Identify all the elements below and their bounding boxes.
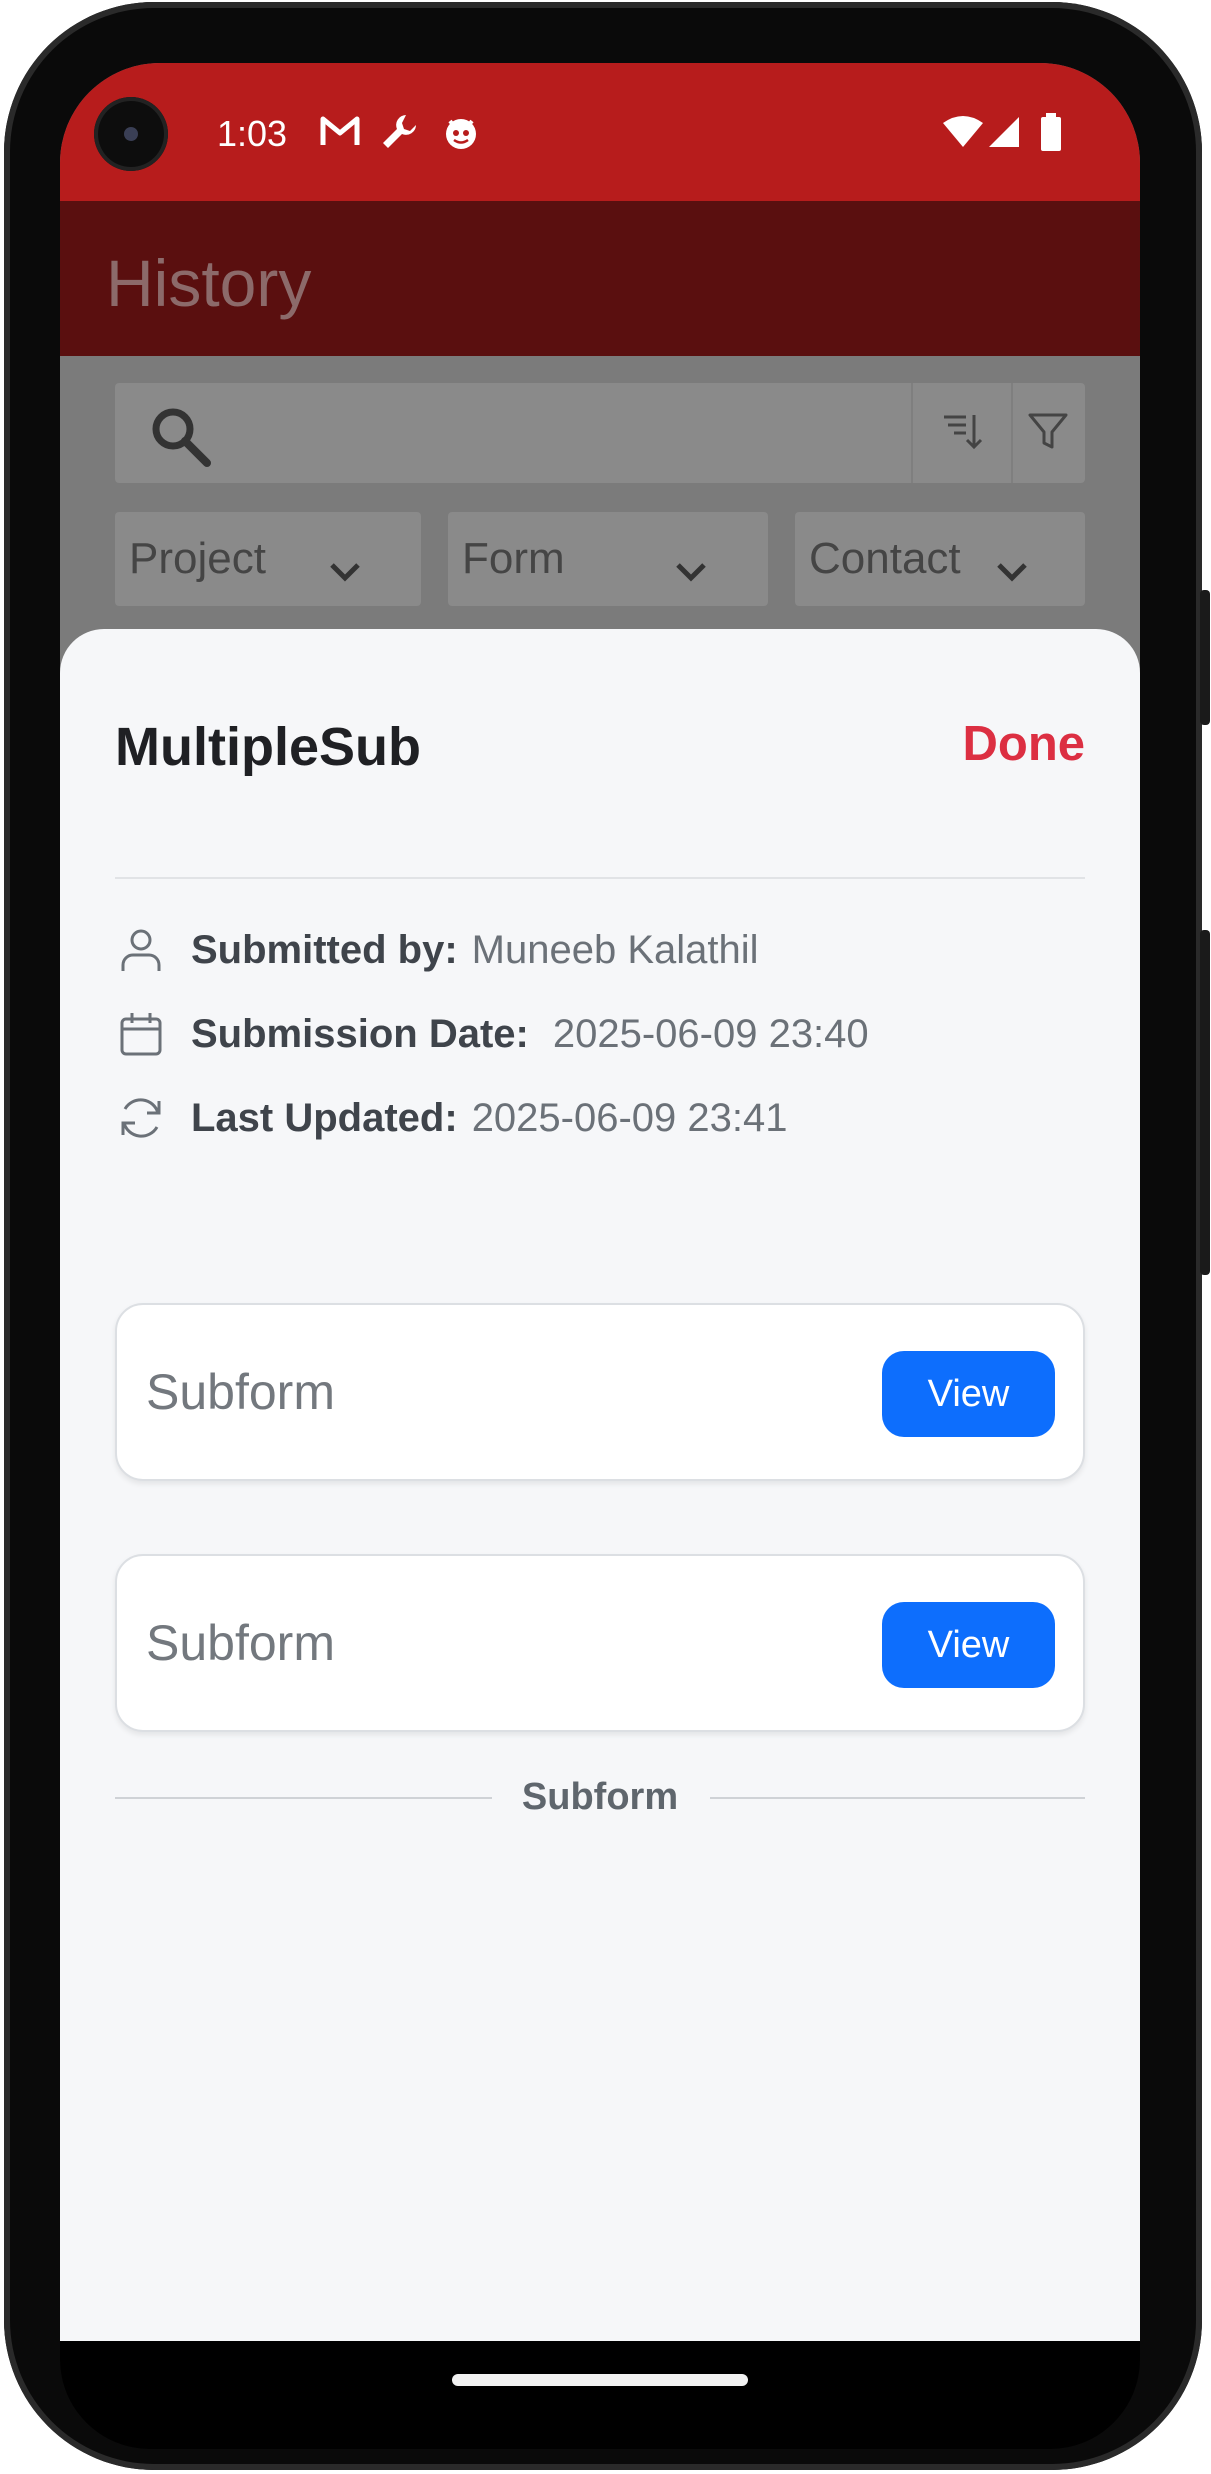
last-updated-row: Last Updated: 2025-06-09 23:41 [115, 1088, 788, 1148]
home-gesture-handle[interactable] [452, 2374, 748, 2386]
navigation-bar [60, 2341, 1140, 2449]
filter-button[interactable] [1011, 383, 1085, 483]
sort-icon [940, 409, 984, 458]
wifi-icon [941, 115, 985, 154]
app-notification-icon [440, 111, 482, 158]
battery-icon [1040, 113, 1062, 156]
chevron-down-icon [995, 544, 1029, 594]
last-updated-value: 2025-06-09 23:41 [471, 1095, 788, 1140]
done-button[interactable]: Done [963, 716, 1086, 772]
last-updated-label: Last Updated: [191, 1095, 458, 1140]
project-filter[interactable]: Project [115, 512, 421, 606]
header-divider [115, 877, 1085, 879]
search-bar[interactable] [115, 383, 1085, 483]
calendar-icon [115, 1008, 167, 1060]
power-button [1200, 590, 1210, 725]
section-divider-right [710, 1797, 1085, 1799]
subform-card: Subform View [115, 1554, 1085, 1732]
gmail-icon [319, 111, 361, 156]
refresh-icon [115, 1092, 167, 1144]
volume-button [1200, 930, 1210, 1275]
wrench-icon [378, 111, 420, 158]
screen: 1:03 History Project Form Contact Multip… [60, 63, 1140, 2341]
sort-button[interactable] [911, 383, 1013, 483]
chevron-down-icon [674, 544, 708, 594]
filter-icon [1027, 410, 1069, 457]
subform-card-title: Subform [146, 1615, 335, 1671]
form-filter-label: Form [462, 534, 565, 583]
submission-date-label: Submission Date: [191, 1011, 529, 1056]
submitted-by-row: Submitted by: Muneeb Kalathil [115, 920, 759, 980]
status-bar: 1:03 [60, 63, 1140, 201]
submitted-by-label: Submitted by: [191, 927, 458, 972]
sheet-title: MultipleSub [115, 717, 421, 777]
subform-card: Subform View [115, 1303, 1085, 1481]
chevron-down-icon [328, 544, 362, 594]
project-filter-label: Project [129, 534, 266, 583]
submission-date-value: 2025-06-09 23:40 [552, 1011, 869, 1056]
phone-frame: 1:03 History Project Form Contact Multip… [0, 0, 1211, 2474]
front-camera [94, 97, 168, 171]
submission-detail-sheet: MultipleSub Done Submitted by: Muneeb Ka… [60, 629, 1140, 2341]
subform-card-title: Subform [146, 1364, 335, 1420]
page-title: History [106, 246, 312, 320]
form-filter[interactable]: Form [448, 512, 768, 606]
search-icon [147, 403, 213, 474]
signal-icon [987, 115, 1021, 154]
contact-filter-label: Contact [809, 534, 961, 583]
person-icon [115, 924, 167, 976]
contact-filter[interactable]: Contact [795, 512, 1085, 606]
submission-date-row: Submission Date: 2025-06-09 23:40 [115, 1004, 869, 1064]
view-button[interactable]: View [882, 1602, 1055, 1688]
submitted-by-value: Muneeb Kalathil [471, 927, 759, 972]
app-bar: History [60, 201, 1140, 356]
view-button[interactable]: View [882, 1351, 1055, 1437]
status-time: 1:03 [217, 113, 288, 154]
